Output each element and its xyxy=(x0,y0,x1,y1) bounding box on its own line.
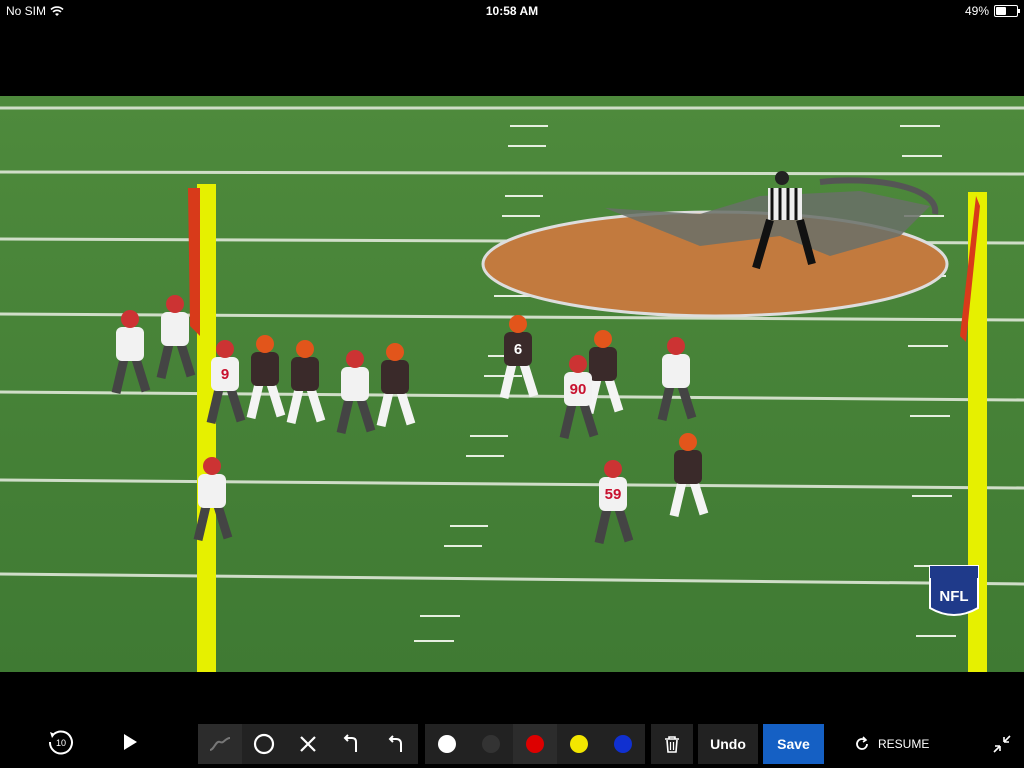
nfl-logo-text: NFL xyxy=(939,588,968,605)
color-white-swatch xyxy=(438,735,456,753)
color-white-button[interactable] xyxy=(425,724,469,764)
video-frame[interactable]: 9 6 90 59 NFL xyxy=(0,96,1024,672)
bottom-toolbar: 10 Undo Save RESUME xyxy=(0,716,1024,768)
football-field-scene: 9 6 90 59 NFL xyxy=(0,96,1024,672)
circle-tool[interactable] xyxy=(242,724,286,764)
color-blue-button[interactable] xyxy=(601,724,645,764)
clock: 10:58 AM xyxy=(485,4,539,18)
play-button[interactable] xyxy=(116,728,144,756)
color-palette xyxy=(425,724,645,764)
resume-button[interactable]: RESUME xyxy=(854,724,929,764)
color-black-swatch xyxy=(482,735,500,753)
jersey-number: 9 xyxy=(221,366,229,383)
color-black-button[interactable] xyxy=(469,724,513,764)
jersey-number: 6 xyxy=(514,341,522,358)
replay-seconds: 10 xyxy=(56,738,66,748)
color-yellow-button[interactable] xyxy=(557,724,601,764)
rewind-10-button[interactable]: 10 xyxy=(44,726,76,758)
jersey-number: 59 xyxy=(605,486,622,503)
save-button[interactable]: Save xyxy=(763,724,824,764)
collapse-icon xyxy=(993,735,1011,753)
trash-icon xyxy=(665,736,679,753)
delete-button[interactable] xyxy=(651,724,693,764)
exit-fullscreen-button[interactable] xyxy=(988,730,1016,758)
route-right-tool[interactable] xyxy=(330,724,374,764)
battery-percent: 49% xyxy=(964,4,989,18)
route-left-tool[interactable] xyxy=(374,724,418,764)
replay-10-icon: 10 xyxy=(48,730,73,755)
jersey-number: 90 xyxy=(570,381,587,398)
play-icon xyxy=(124,734,137,750)
route-right-icon xyxy=(343,734,357,752)
nfl-logo: NFL xyxy=(929,565,979,616)
status-right: 49% xyxy=(964,4,1020,18)
x-mark-icon xyxy=(300,736,316,752)
color-blue-swatch xyxy=(614,735,632,753)
resume-label: RESUME xyxy=(878,737,930,751)
x-mark-tool[interactable] xyxy=(286,724,330,764)
battery-icon xyxy=(994,5,1020,17)
freehand-icon xyxy=(209,737,231,751)
circle-icon xyxy=(253,733,275,755)
color-red-swatch xyxy=(526,735,544,753)
status-bar: No SIM 10:58 AM 49% xyxy=(0,0,1024,22)
refresh-icon xyxy=(856,736,868,750)
draw-tools-group xyxy=(198,724,418,764)
route-left-icon xyxy=(388,735,402,752)
undo-button[interactable]: Undo xyxy=(698,724,758,764)
color-red-button[interactable] xyxy=(513,724,557,764)
freehand-tool[interactable] xyxy=(198,724,242,764)
color-yellow-swatch xyxy=(570,735,588,753)
